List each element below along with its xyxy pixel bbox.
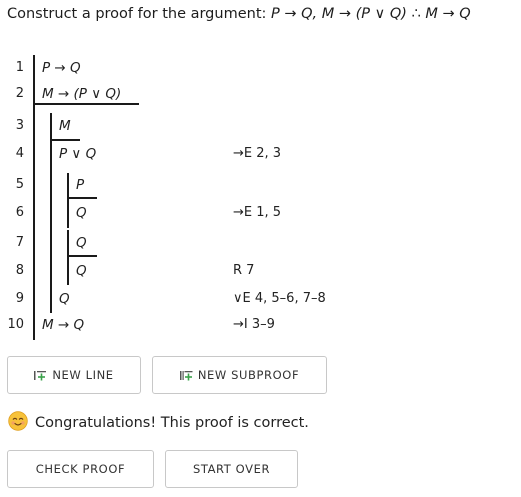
subproof-assumption-line	[67, 197, 97, 199]
line-number: 1	[15, 60, 24, 75]
subproof-assumption-line	[67, 255, 97, 257]
new-subproof-label: NEW SUBPROOF	[197, 368, 300, 382]
proof-formula[interactable]: P → Q	[42, 59, 81, 77]
line-justification[interactable]: →E 2, 3	[233, 145, 281, 163]
line-number: 7	[15, 235, 24, 250]
line-number: 4	[15, 146, 24, 161]
line-number: 2	[15, 86, 24, 101]
proof-editor: 1 P → Q 2 M → (P ∨ Q) 3 M 4 P ∨ Q →E 2, …	[0, 0, 521, 345]
line-justification[interactable]: →E 1, 5	[233, 204, 281, 222]
start-over-button[interactable]: START OVER	[165, 450, 298, 488]
new-line-label: NEW LINE	[52, 368, 114, 382]
line-justification[interactable]: R 7	[233, 262, 254, 280]
main-proof-bar	[33, 55, 35, 340]
check-proof-button[interactable]: CHECK PROOF	[7, 450, 154, 488]
proof-formula[interactable]: Q	[76, 262, 87, 280]
line-number: 9	[15, 291, 24, 306]
proof-formula[interactable]: M → (P ∨ Q)	[42, 85, 121, 103]
line-number: 8	[15, 263, 24, 278]
new-line-icon	[34, 370, 47, 381]
start-over-label: START OVER	[192, 462, 271, 476]
line-number: 10	[7, 317, 24, 332]
line-justification[interactable]: →I 3–9	[233, 316, 275, 334]
proof-formula[interactable]: P ∨ Q	[59, 145, 96, 163]
smiling-face-icon	[8, 411, 28, 435]
proof-formula[interactable]: Q	[76, 204, 87, 222]
line-number: 3	[15, 118, 24, 133]
subproof-bar	[67, 173, 69, 228]
line-number: 6	[15, 205, 24, 220]
proof-formula[interactable]: Q	[76, 234, 87, 252]
line-justification[interactable]: ∨E 4, 5–6, 7–8	[233, 290, 326, 308]
status-message: Congratulations! This proof is correct.	[8, 411, 309, 435]
new-line-button[interactable]: NEW LINE	[7, 356, 141, 394]
proof-formula[interactable]: M → Q	[42, 316, 84, 334]
proof-formula[interactable]: Q	[59, 290, 70, 308]
line-number: 5	[15, 177, 24, 192]
proof-formula[interactable]: P	[76, 176, 84, 194]
check-proof-label: CHECK PROOF	[35, 462, 126, 476]
new-subproof-button[interactable]: NEW SUBPROOF	[152, 356, 327, 394]
new-subproof-icon	[179, 370, 193, 381]
proof-formula[interactable]: M	[59, 117, 71, 135]
subproof-bar	[67, 230, 69, 285]
subproof-bar	[50, 113, 52, 313]
subproof-assumption-line	[50, 139, 80, 141]
status-text: Congratulations! This proof is correct.	[35, 415, 309, 431]
premise-separator	[33, 103, 139, 105]
